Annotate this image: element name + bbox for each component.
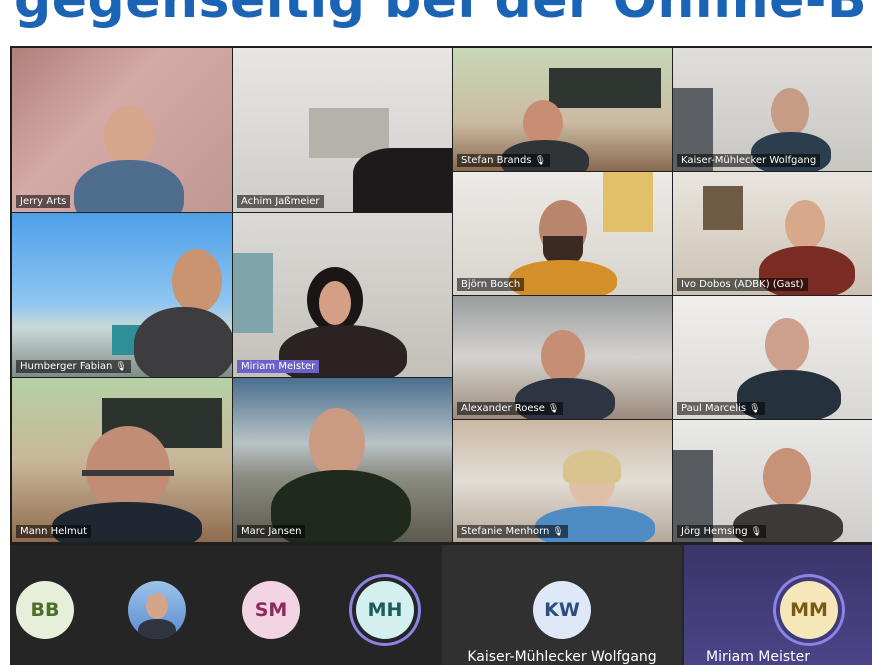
participant-name: Stefanie Menhorn 🎙 bbox=[457, 525, 568, 538]
participant-name: Stefan Brands 🎙 bbox=[457, 154, 551, 167]
video-tile[interactable]: Mann Helmut bbox=[12, 378, 232, 542]
video-tile[interactable]: Humberger Fabian 🎙 bbox=[12, 213, 232, 377]
mic-icon: 🎙 bbox=[547, 404, 560, 414]
participant-name: Jerry Arts bbox=[16, 195, 71, 208]
mic-icon: 🎙 bbox=[749, 404, 761, 414]
participant-name: Miriam Meister bbox=[237, 360, 320, 373]
participant-tile-large[interactable]: KW Kaiser-Mühlecker Wolfgang bbox=[442, 545, 682, 665]
participant-name: Jörg Hemsing 🎙 bbox=[677, 525, 767, 538]
mic-icon: 🎙 bbox=[115, 362, 127, 372]
participant-avatar-photo[interactable] bbox=[128, 581, 186, 639]
video-tile[interactable]: Jerry Arts bbox=[12, 48, 232, 212]
video-tile[interactable]: Miriam Meister bbox=[233, 213, 452, 377]
participant-strip: BB SM MH KW Kaiser-Mühlecker Wolfgang MM… bbox=[10, 545, 872, 665]
video-tile[interactable]: Ivo Dobos (ADBK) (Gast) bbox=[673, 172, 872, 295]
participant-avatar: KW bbox=[533, 581, 591, 639]
participant-name: Ivo Dobos (ADBK) (Gast) bbox=[677, 278, 808, 291]
participant-name: Miriam Meister bbox=[706, 649, 811, 665]
participant-avatar-speaking: MM bbox=[780, 581, 838, 639]
participant-tile-large[interactable]: MM Miriam Meister bbox=[684, 545, 872, 665]
mic-icon: 🎙 bbox=[534, 156, 547, 166]
video-tile[interactable]: Björn Bosch bbox=[453, 172, 672, 295]
participant-name: Kaiser-Mühlecker Wolfgang bbox=[467, 649, 657, 665]
participant-name: Kaiser-Mühlecker Wolfgang bbox=[677, 154, 821, 167]
video-tile[interactable]: Kaiser-Mühlecker Wolfgang bbox=[673, 48, 872, 171]
video-tile[interactable]: Marc Jansen bbox=[233, 378, 452, 542]
participant-name: Humberger Fabian 🎙 bbox=[16, 360, 131, 373]
video-tile[interactable]: Stefanie Menhorn 🎙 bbox=[453, 420, 672, 542]
video-tile[interactable]: Stefan Brands 🎙 bbox=[453, 48, 672, 171]
video-tile[interactable]: Alexander Roese 🎙 bbox=[453, 296, 672, 419]
participant-name: Marc Jansen bbox=[237, 525, 306, 538]
mic-icon: 🎙 bbox=[750, 527, 763, 537]
participant-name: Björn Bosch bbox=[457, 278, 525, 291]
video-tile[interactable]: Achim Jaßmeier bbox=[233, 48, 452, 212]
participant-name: Mann Helmut bbox=[16, 525, 92, 538]
face-icon bbox=[146, 593, 168, 619]
mic-icon: 🎙 bbox=[552, 527, 564, 537]
video-tile[interactable]: Jörg Hemsing 🎙 bbox=[673, 420, 872, 542]
video-tile[interactable]: Paul Marcelis 🎙 bbox=[673, 296, 872, 419]
participant-avatar[interactable]: BB bbox=[16, 581, 74, 639]
participant-avatar-speaking[interactable]: MH bbox=[356, 581, 414, 639]
participant-avatar[interactable]: SM bbox=[242, 581, 300, 639]
participant-name: Paul Marcelis 🎙 bbox=[677, 402, 765, 415]
page-headline: gegenseitig bei der Online-B bbox=[14, 0, 868, 30]
participant-name: Achim Jaßmeier bbox=[237, 195, 324, 208]
participant-name: Alexander Roese 🎙 bbox=[457, 402, 564, 415]
